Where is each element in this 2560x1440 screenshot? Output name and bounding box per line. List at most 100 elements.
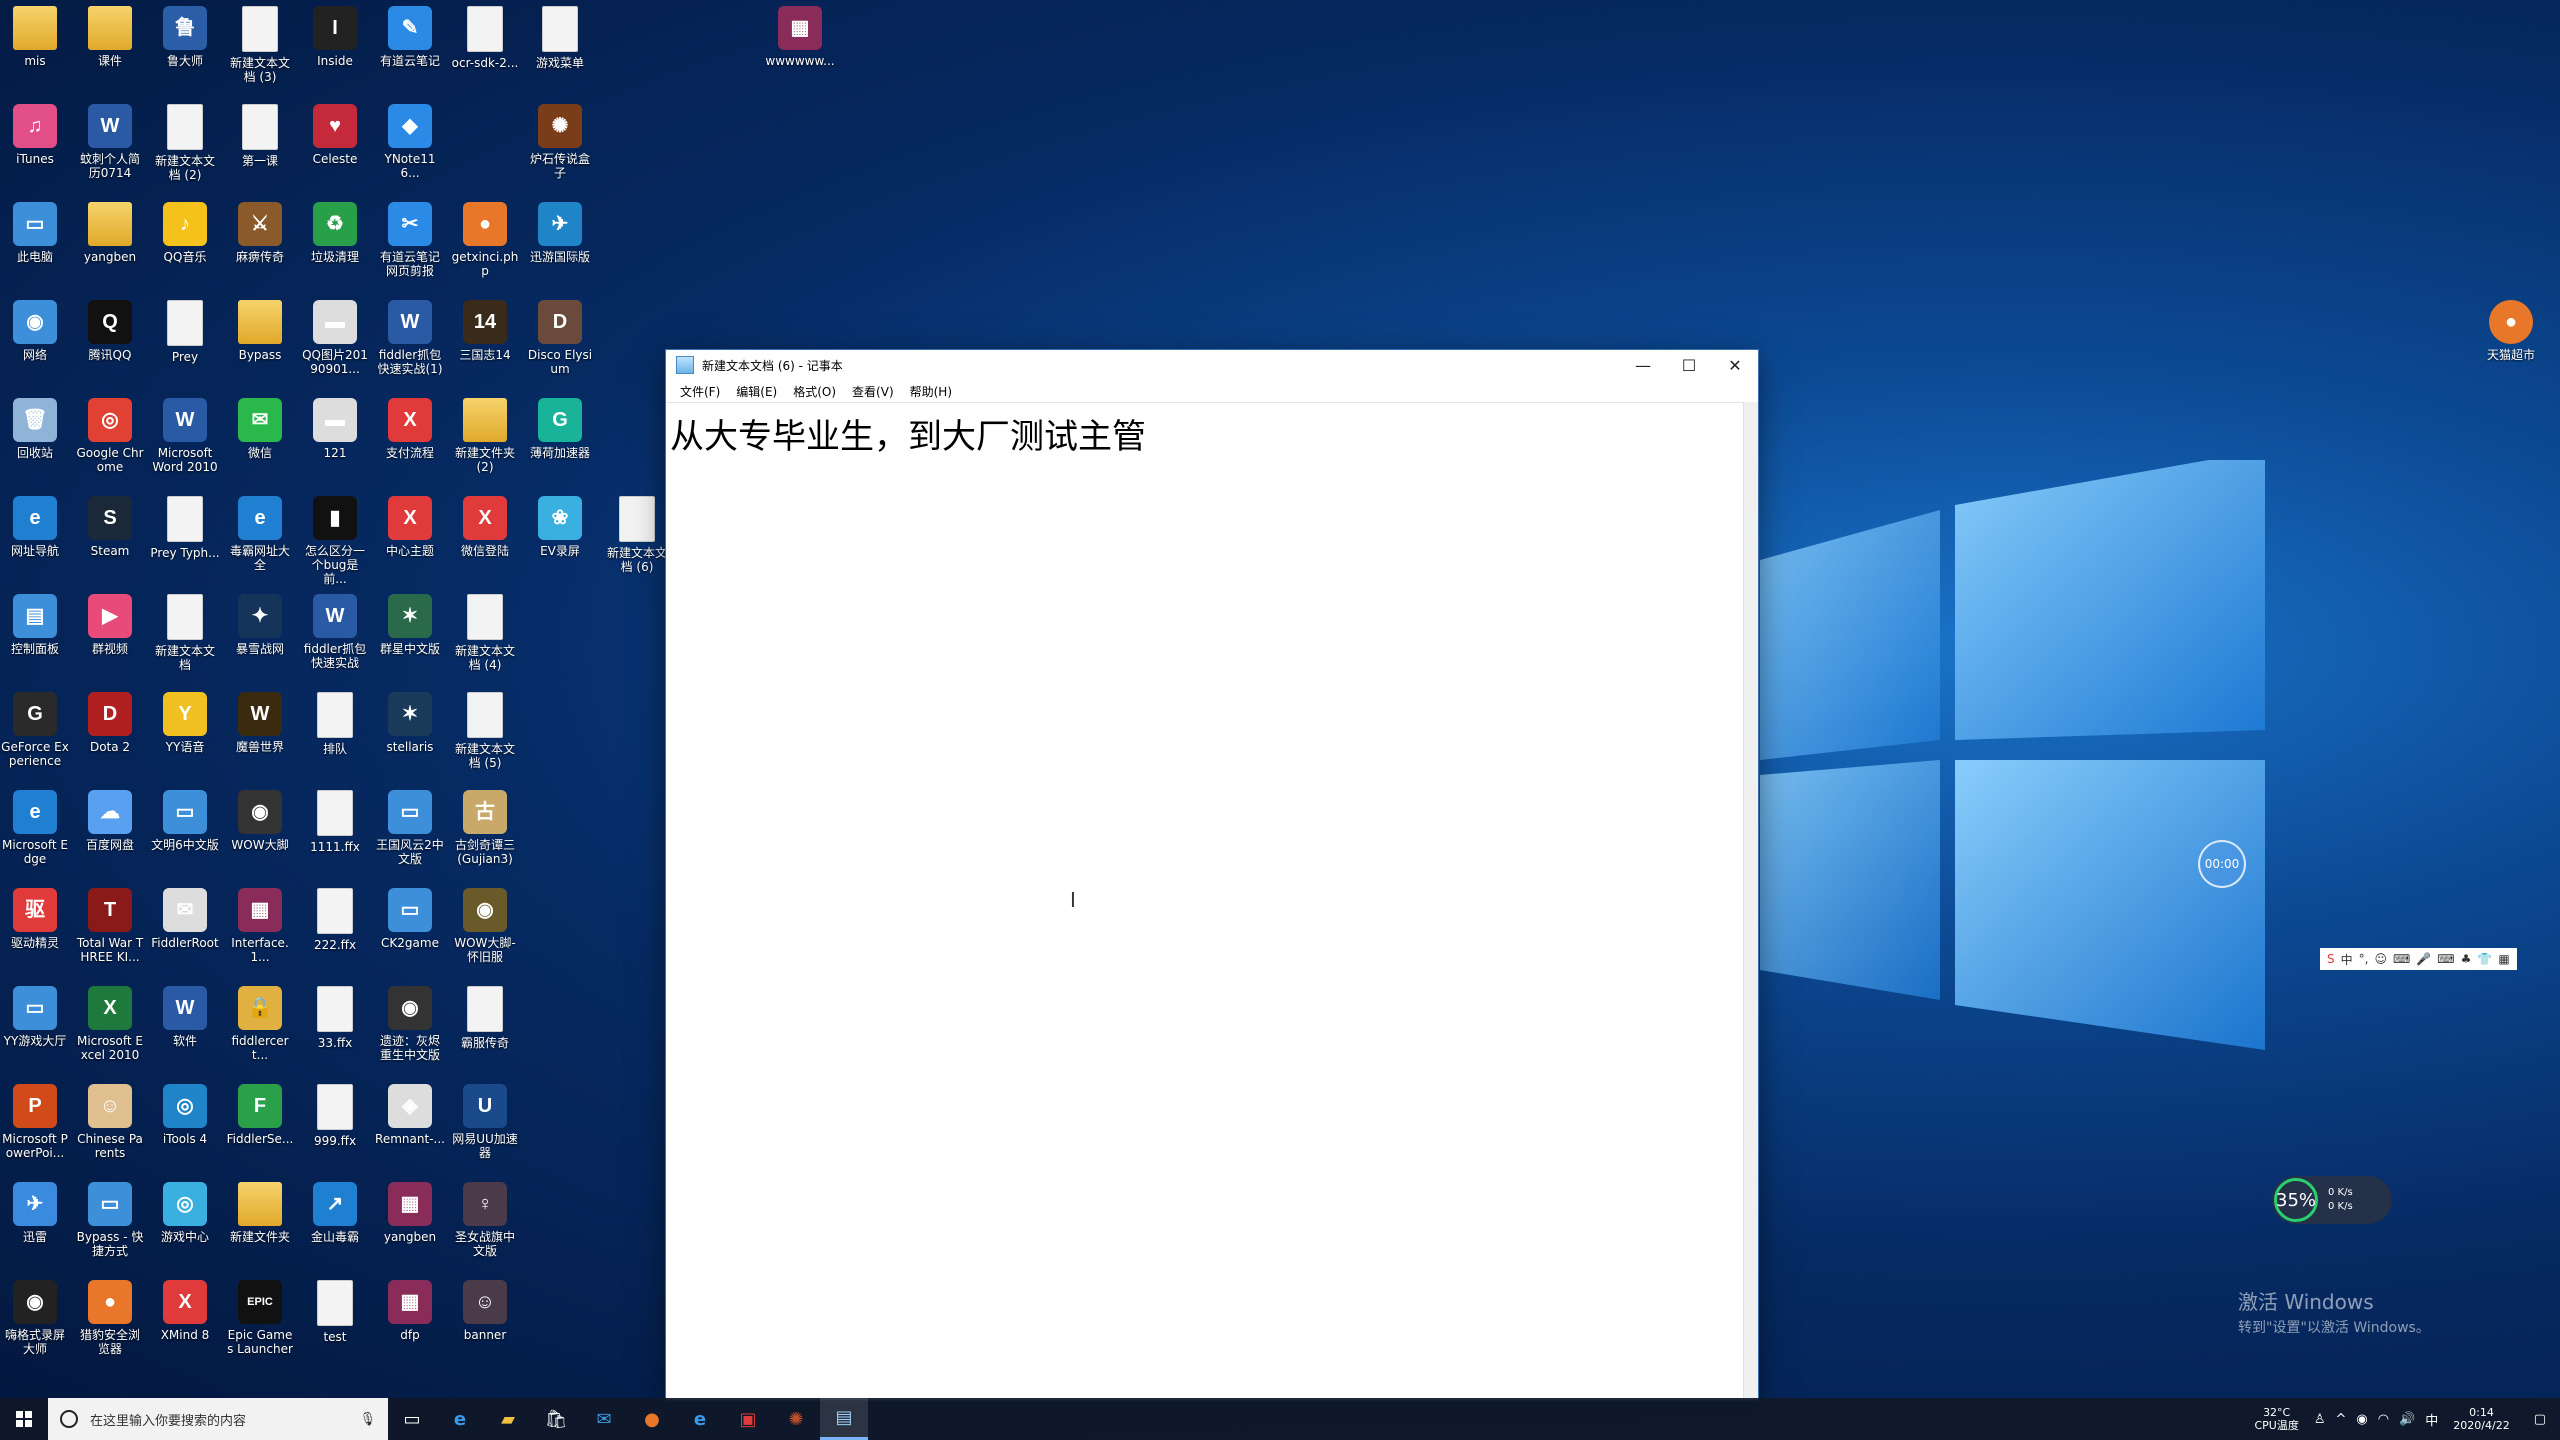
action-center-icon[interactable]: ▢	[2520, 1412, 2560, 1427]
desktop-icon[interactable]: F FiddlerSe...	[225, 1084, 295, 1146]
ime-toolbar[interactable]: S 中 °, ☺ ⌨ 🎤 ⌨ ♣ 👕 ▦	[2320, 948, 2517, 970]
desktop-icon[interactable]: ❀ EV录屏	[525, 496, 595, 558]
desktop-icon[interactable]: ✈ 迅雷	[0, 1182, 70, 1244]
notepad-taskbar-icon[interactable]: ▤	[820, 1398, 868, 1440]
close-button[interactable]: ✕	[1712, 350, 1758, 380]
desktop-icon[interactable]: ▦ yangben	[375, 1182, 445, 1244]
desktop-icon[interactable]: 游戏菜单	[525, 6, 595, 70]
desktop-icon[interactable]: ◉ 遗迹：灰烬重生中文版	[375, 986, 445, 1062]
desktop-icon[interactable]: ✺ 炉石传说盒子	[525, 104, 595, 180]
desktop-icon[interactable]: Y YY语音	[150, 692, 220, 754]
ime-toolbar-item[interactable]: 中	[2338, 951, 2356, 968]
desktop-icon[interactable]: ◆ YNote116...	[375, 104, 445, 180]
game-taskbar-icon[interactable]: ✺	[772, 1398, 820, 1440]
desktop-icon[interactable]: 古古剑奇谭三(Gujian3)	[450, 790, 520, 866]
file-explorer-icon[interactable]: ▰	[484, 1398, 532, 1440]
desktop-icon[interactable]: ◉ WOW大脚	[225, 790, 295, 852]
desktop-icon[interactable]: 14 三国志14	[450, 300, 520, 362]
desktop-icon[interactable]: ◉ 嗨格式录屏大师	[0, 1280, 70, 1356]
floating-timer[interactable]: 00:00	[2198, 840, 2246, 888]
desktop-icon[interactable]: ☁ 百度网盘	[75, 790, 145, 852]
desktop-icon[interactable]: 新建文本文档	[150, 594, 220, 672]
menu-help[interactable]: 帮助(H)	[902, 383, 960, 400]
ime-language-indicator[interactable]: 中	[2420, 1410, 2443, 1429]
desktop-icon[interactable]: e 网址导航	[0, 496, 70, 558]
cpu-temp[interactable]: 32°C CPU温度	[2244, 1406, 2308, 1432]
vertical-scrollbar[interactable]	[1743, 402, 1758, 1400]
ime-toolbar-item[interactable]: 👕	[2474, 952, 2495, 966]
desktop-icon[interactable]: 驱驱动精灵	[0, 888, 70, 950]
desktop-icon[interactable]: ▦ Interface.1...	[225, 888, 295, 964]
desktop-icon[interactable]: ⚔ 麻痹传奇	[225, 202, 295, 264]
notepad-window[interactable]: 新建文本文档 (6) - 记事本 — ☐ ✕ 文件(F) 编辑(E) 格式(O)…	[666, 350, 1758, 1400]
desktop-icon[interactable]: 霸服传奇	[450, 986, 520, 1050]
desktop-icon[interactable]: 33.ffx	[300, 986, 370, 1050]
desktop-icon[interactable]: ▬ QQ图片20190901...	[300, 300, 370, 376]
desktop-icon[interactable]: 新建文本文档 (3)	[225, 6, 295, 84]
desktop-icon[interactable]: ◎ Google Chrome	[75, 398, 145, 474]
editor-content[interactable]: 从大专毕业生，到大厂测试主管	[666, 403, 1744, 464]
search-box[interactable]: 在这里输入你要搜索的内容 🎙	[48, 1398, 388, 1440]
store-icon[interactable]: 🛍	[532, 1398, 580, 1440]
desktop-icon[interactable]: 🗑 回收站	[0, 398, 70, 460]
app-taskbar-icon[interactable]: ▣	[724, 1398, 772, 1440]
desktop-icon[interactable]: Prey	[150, 300, 220, 364]
desktop-icon[interactable]: 999.ffx	[300, 1084, 370, 1148]
desktop-icon[interactable]: U 网易UU加速器	[450, 1084, 520, 1160]
microphone-icon[interactable]: 🎙	[359, 1412, 388, 1427]
desktop-icon[interactable]: Q 腾讯QQ	[75, 300, 145, 362]
desktop-icon[interactable]: Wfiddler抓包快速实战	[300, 594, 370, 670]
ie-taskbar-icon[interactable]: e	[676, 1398, 724, 1440]
ime-toolbar-item[interactable]: S	[2324, 952, 2338, 966]
network-icon[interactable]: ◠	[2373, 1412, 2394, 1427]
desktop-icon[interactable]: G GeForce Experience	[0, 692, 70, 768]
desktop-icon[interactable]: 新建文本文档 (4)	[450, 594, 520, 672]
desktop-icon[interactable]: ✶ 群星中文版	[375, 594, 445, 656]
desktop-icon[interactable]: Prey Typh...	[150, 496, 220, 560]
maximize-button[interactable]: ☐	[1666, 350, 1712, 380]
desktop-icon[interactable]: ♥ Celeste	[300, 104, 370, 166]
desktop-icon[interactable]: X 中心主题	[375, 496, 445, 558]
desktop-icon[interactable]: X 支付流程	[375, 398, 445, 460]
desktop-icon[interactable]: 1111.ffx	[300, 790, 370, 854]
desktop-icon[interactable]: ◎ 游戏中心	[150, 1182, 220, 1244]
desktop-icon[interactable]: 新建文本文档 (6)	[602, 496, 672, 574]
desktop-icon[interactable]: ▦ wwwwww...	[765, 6, 835, 68]
start-button[interactable]	[0, 1398, 48, 1440]
desktop-icon[interactable]: 第一课	[225, 104, 295, 168]
menu-format[interactable]: 格式(O)	[785, 383, 844, 400]
desktop-icon[interactable]: ✈ 迅游国际版	[525, 202, 595, 264]
desktop-icon[interactable]: 新建文本文档 (2)	[150, 104, 220, 182]
desktop-icon[interactable]: ● 猎豹安全浏览器	[75, 1280, 145, 1356]
browser-taskbar-icon[interactable]: ●	[628, 1398, 676, 1440]
desktop-icon[interactable]: ◉ 网络	[0, 300, 70, 362]
desktop-icon[interactable]: 新建文件夹 (2)	[450, 398, 520, 474]
desktop-icon[interactable]: ▶ 群视频	[75, 594, 145, 656]
desktop-icon[interactable]: X Microsoft Excel 2010	[75, 986, 145, 1062]
desktop-icon[interactable]: P Microsoft PowerPoi...	[0, 1084, 70, 1160]
menu-edit[interactable]: 编辑(E)	[728, 383, 785, 400]
desktop-icon[interactable]: 课件	[75, 6, 145, 68]
people-icon[interactable]: ♙	[2309, 1412, 2331, 1427]
desktop-icon[interactable]: D Disco Elysium	[525, 300, 595, 376]
desktop-icon[interactable]: ✉ FiddlerRoot	[150, 888, 220, 950]
desktop-icon[interactable]: test	[300, 1280, 370, 1344]
desktop-icon[interactable]: ♀ 圣女战旗中文版	[450, 1182, 520, 1258]
desktop-icon[interactable]: ◈ Remnant-...	[375, 1084, 445, 1146]
desktop-icon[interactable]: e 毒霸网址大全	[225, 496, 295, 572]
desktop-icon[interactable]: D Dota 2	[75, 692, 145, 754]
network-monitor-widget[interactable]: 35% 0 K/s 0 K/s	[2272, 1176, 2392, 1224]
mail-icon[interactable]: ✉	[580, 1398, 628, 1440]
desktop-icon[interactable]: ◉ WOW大脚-怀旧服	[450, 888, 520, 964]
desktop-icon[interactable]: ▭ YY游戏大厅	[0, 986, 70, 1048]
desktop-icon[interactable]: e Microsoft Edge	[0, 790, 70, 866]
minimize-button[interactable]: —	[1620, 350, 1666, 380]
desktop-icon[interactable]: ocr-sdk-2...	[450, 6, 520, 70]
desktop-icon[interactable]: I Inside	[300, 6, 370, 68]
desktop-icon[interactable]: ✉ 微信	[225, 398, 295, 460]
desktop-icon[interactable]: mis	[0, 6, 70, 68]
desktop-icon[interactable]: W 蚊刺个人简历0714	[75, 104, 145, 180]
desktop-icon[interactable]: ✦ 暴雪战网	[225, 594, 295, 656]
desktop-icon[interactable]: 🔒 fiddlercert...	[225, 986, 295, 1062]
desktop-icon[interactable]: 新建文件夹	[225, 1182, 295, 1244]
